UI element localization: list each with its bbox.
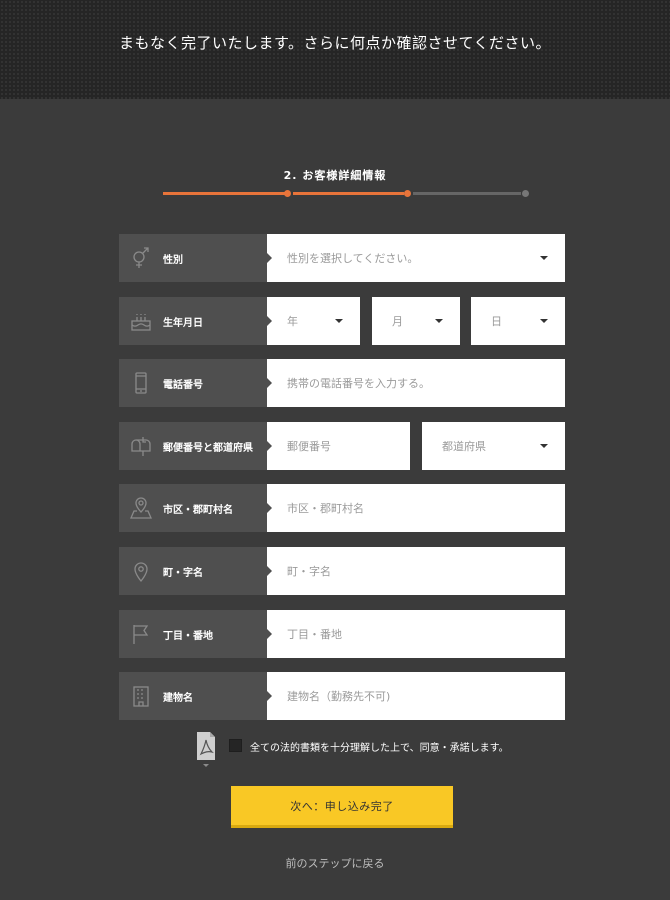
progress-bar xyxy=(163,188,529,200)
birthday-label: 生年月日 xyxy=(119,297,267,345)
block-row: 丁目・番地 丁目・番地 xyxy=(119,610,565,658)
building-label-text: 建物名 xyxy=(163,692,193,704)
block-label: 丁目・番地 xyxy=(119,610,267,658)
postal-code-input[interactable]: 郵便番号 xyxy=(267,422,410,470)
postal-code-placeholder: 郵便番号 xyxy=(287,440,331,453)
gender-label-text: 性別 xyxy=(163,254,183,266)
gender-select-placeholder: 性別を選択してください。 xyxy=(287,252,419,265)
mobile-phone-icon xyxy=(119,359,163,407)
town-input-placeholder: 町・字名 xyxy=(287,565,331,578)
cake-icon xyxy=(119,297,163,345)
prefecture-placeholder: 都道府県 xyxy=(442,440,486,453)
phone-input[interactable]: 携帯の電話番号を入力する。 xyxy=(267,359,565,407)
back-link[interactable]: 前のステップに戻る xyxy=(0,855,670,871)
postal-row: 郵便番号と都道府県 郵便番号 都道府県 xyxy=(119,422,565,470)
block-label-text: 丁目・番地 xyxy=(163,630,213,642)
city-input[interactable]: 市区・郡町村名 xyxy=(267,484,565,532)
map-pin-icon xyxy=(119,484,163,532)
chevron-down-icon xyxy=(203,764,209,767)
agree-text: 全ての法的書類を十分理解した上で、同意・承諾します。 xyxy=(250,743,509,754)
building-label: 建物名 xyxy=(119,672,267,720)
city-row: 市区・郡町村名 市区・郡町村名 xyxy=(119,484,565,532)
pdf-icon[interactable] xyxy=(196,731,216,761)
birthday-label-text: 生年月日 xyxy=(163,317,203,329)
building-input[interactable]: 建物名（勤務先不可) xyxy=(267,672,565,720)
chevron-down-icon xyxy=(540,319,548,323)
birth-month-select[interactable]: 月 xyxy=(372,297,460,345)
prefecture-select[interactable]: 都道府県 xyxy=(422,422,565,470)
progress-segment-3 xyxy=(413,192,521,195)
postal-label-text: 郵便番号と都道府県 xyxy=(163,442,253,454)
block-input-placeholder: 丁目・番地 xyxy=(287,628,342,641)
progress-dot-2 xyxy=(404,190,411,197)
building-icon xyxy=(119,672,163,720)
gender-label: 性別 xyxy=(119,234,267,282)
phone-input-placeholder: 携帯の電話番号を入力する。 xyxy=(287,377,430,390)
flag-icon xyxy=(119,610,163,658)
postal-label: 郵便番号と都道府県 xyxy=(119,422,267,470)
progress-segment-1 xyxy=(163,192,286,195)
birthday-row: 生年月日 年 月 日 xyxy=(119,297,565,345)
phone-label: 電話番号 xyxy=(119,359,267,407)
building-row: 建物名 建物名（勤務先不可) xyxy=(119,672,565,720)
agree-checkbox[interactable] xyxy=(229,739,242,752)
phone-label-text: 電話番号 xyxy=(163,379,203,391)
agreement: 全ての法的書類を十分理解した上で、同意・承諾します。 xyxy=(196,731,516,771)
submit-button[interactable]: 次へ：申し込み完了 xyxy=(231,786,453,828)
chevron-down-icon xyxy=(335,319,343,323)
step-label: 2. お客様詳細情報 xyxy=(283,169,387,182)
birth-month-value: 月 xyxy=(392,315,403,328)
town-label-text: 町・字名 xyxy=(163,567,203,579)
town-input[interactable]: 町・字名 xyxy=(267,547,565,595)
gender-icon xyxy=(119,234,163,282)
header-message: まもなく完了いたします。さらに何点か確認させてください。 xyxy=(118,34,552,52)
page-header: まもなく完了いたします。さらに何点か確認させてください。 xyxy=(0,0,670,99)
city-label-text: 市区・郡町村名 xyxy=(163,504,233,516)
progress-dot-1 xyxy=(284,190,291,197)
progress-dot-3 xyxy=(522,190,529,197)
birth-year-select[interactable]: 年 xyxy=(267,297,360,345)
mailbox-icon xyxy=(119,422,163,470)
location-pin-icon xyxy=(119,547,163,595)
city-input-placeholder: 市区・郡町村名 xyxy=(287,502,364,515)
progress-segment-2 xyxy=(293,192,404,195)
town-row: 町・字名 町・字名 xyxy=(119,547,565,595)
chevron-down-icon xyxy=(540,444,548,448)
chevron-down-icon xyxy=(540,256,548,260)
gender-row: 性別 性別を選択してください。 xyxy=(119,234,565,282)
birth-day-select[interactable]: 日 xyxy=(471,297,565,345)
birth-year-value: 年 xyxy=(287,315,298,328)
gender-select[interactable]: 性別を選択してください。 xyxy=(267,234,565,282)
town-label: 町・字名 xyxy=(119,547,267,595)
birth-day-value: 日 xyxy=(491,315,502,328)
phone-row: 電話番号 携帯の電話番号を入力する。 xyxy=(119,359,565,407)
city-label: 市区・郡町村名 xyxy=(119,484,267,532)
chevron-down-icon xyxy=(435,319,443,323)
block-input[interactable]: 丁目・番地 xyxy=(267,610,565,658)
building-input-placeholder: 建物名（勤務先不可) xyxy=(287,690,391,703)
